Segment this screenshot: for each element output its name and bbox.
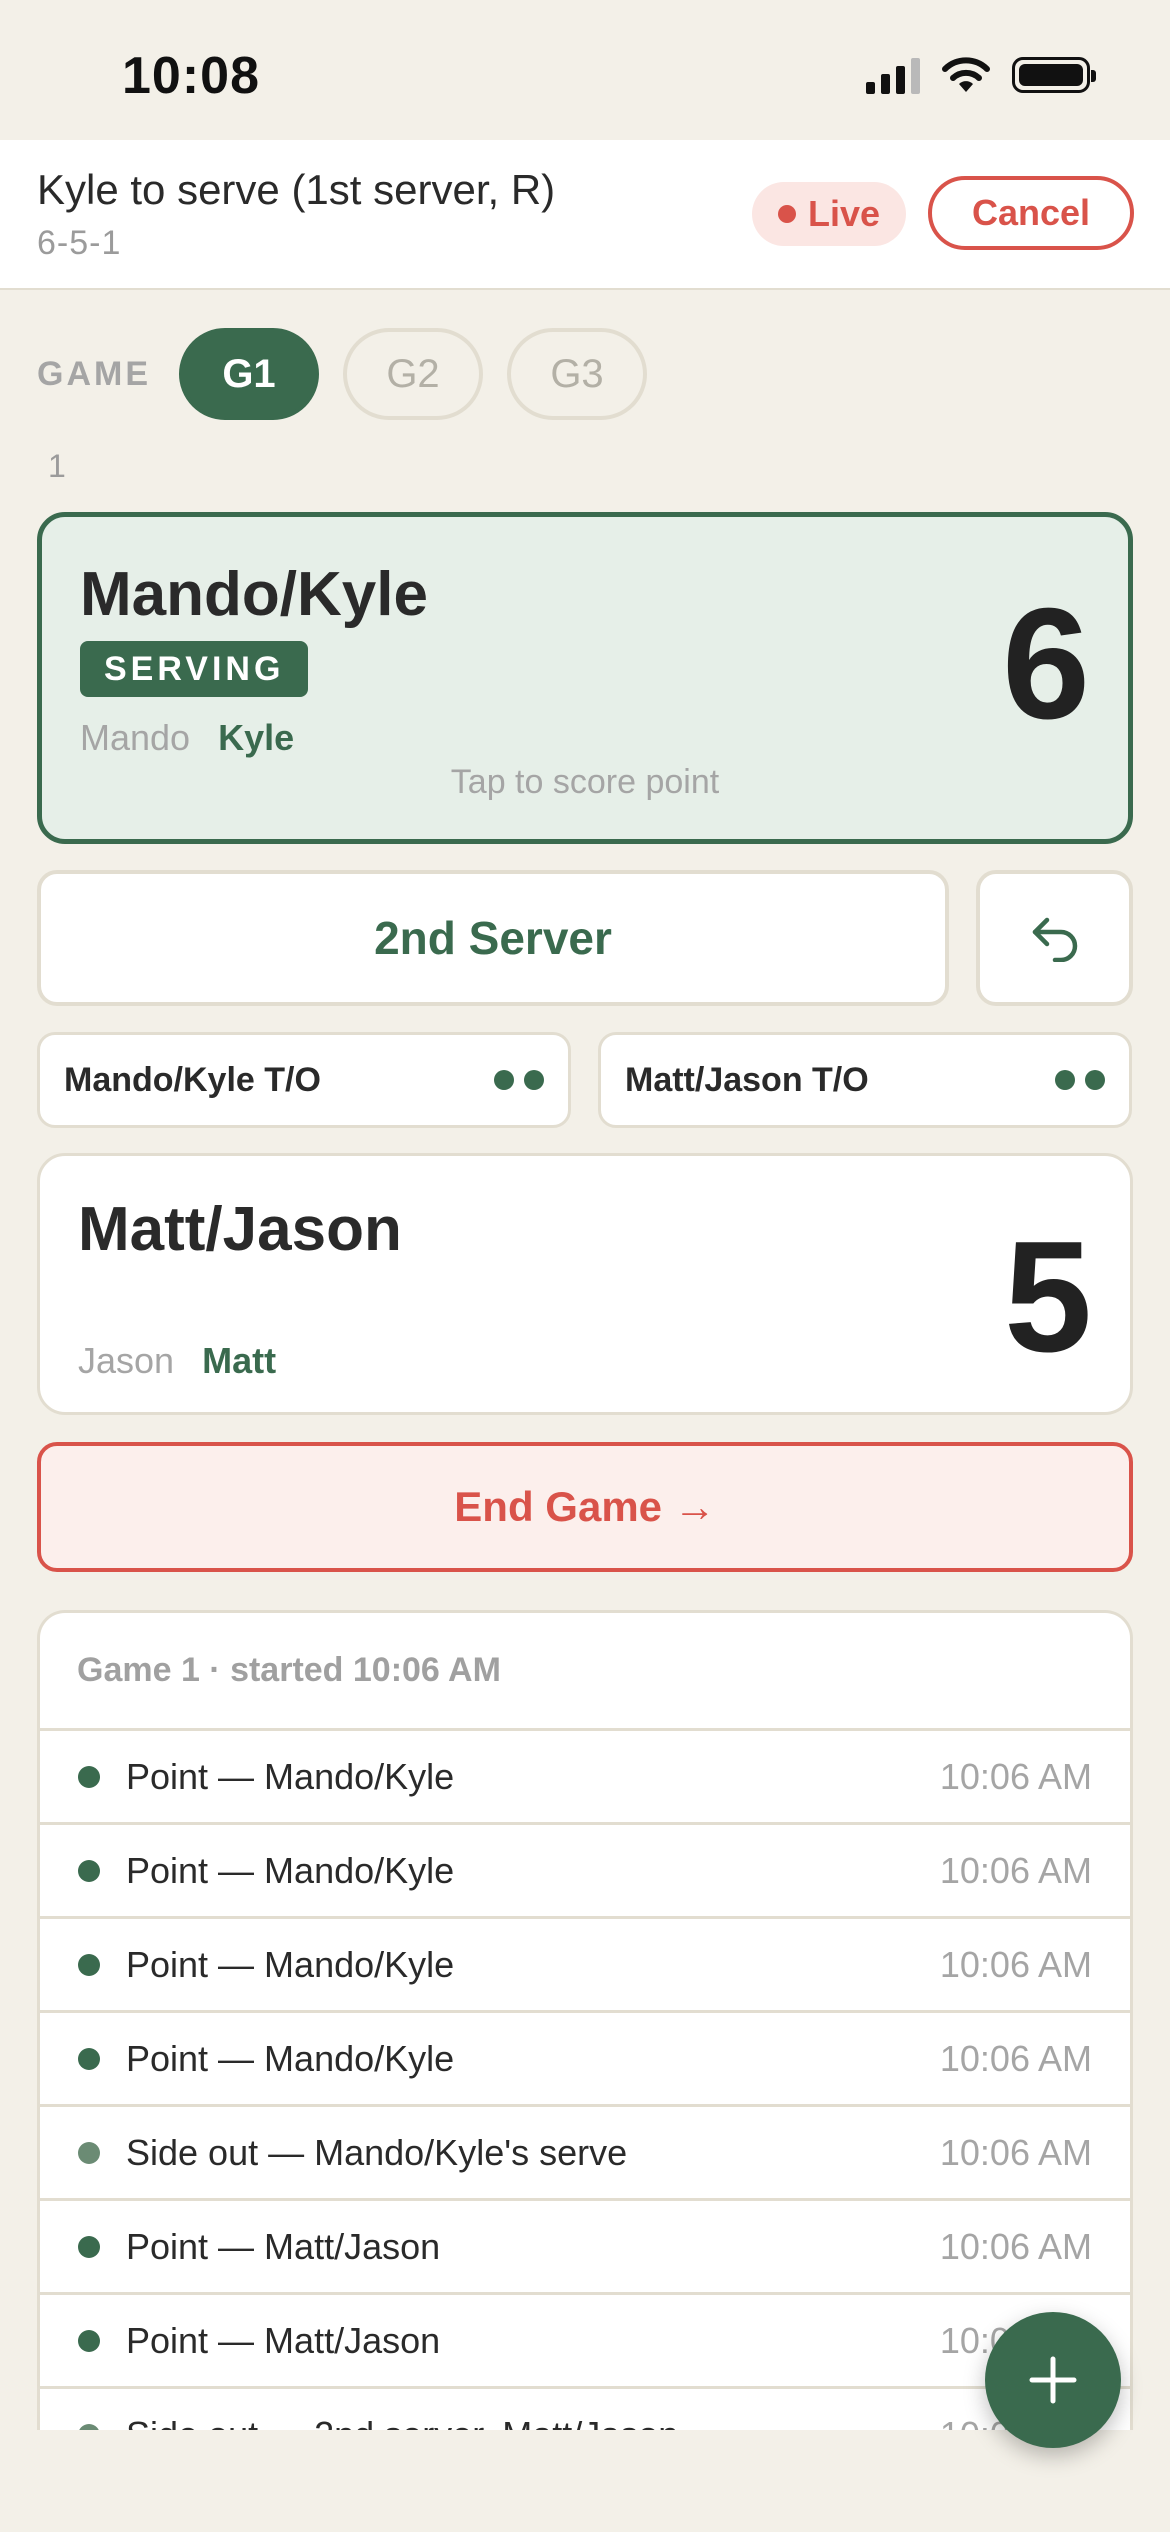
undo-icon <box>1032 917 1077 962</box>
timeout-label: Mando/Kyle T/O <box>64 1060 321 1099</box>
log-text: Point — Mando/Kyle <box>126 1755 455 1797</box>
receiving-team-card[interactable]: Matt/Jason Jason Matt 5 <box>37 1153 1133 1415</box>
serving-team-name: Mando/Kyle <box>80 560 428 629</box>
serving-team-card[interactable]: Mando/Kyle SERVING Mando Kyle 6 Tap to s… <box>37 512 1133 844</box>
game-selector: GAME G1 G2 G3 <box>37 328 647 420</box>
log-time: 10:06 AM <box>939 1849 1092 1891</box>
player-name-highlighted: Matt <box>202 1340 277 1381</box>
point-dot-icon <box>78 2329 100 2352</box>
log-row: Point — Mando/Kyle 10:06 AM <box>40 1731 1130 1825</box>
game-tab-g3[interactable]: G3 <box>507 328 647 420</box>
log-row: Point — Matt/Jason 10:06 AM <box>40 2201 1130 2295</box>
log-text: Point — Mando/Kyle <box>126 1943 455 1985</box>
receiving-team-name: Matt/Jason <box>78 1195 402 1264</box>
log-row: Point — Mando/Kyle 10:06 AM <box>40 1825 1130 1919</box>
battery-icon <box>1012 57 1096 93</box>
receiving-team-players: Jason Matt <box>78 1340 276 1382</box>
player-name: Jason <box>78 1340 175 1381</box>
wifi-icon <box>942 57 990 92</box>
status-icons <box>866 56 1096 94</box>
log-time: 10:06 AM <box>939 1943 1092 1985</box>
log-text: Side out — Mando/Kyle's serve <box>126 2131 628 2173</box>
serving-team-score: 6 <box>1002 576 1090 752</box>
log-text: Point — Mando/Kyle <box>126 2037 455 2079</box>
event-log-header: Game 1 · started 10:06 AM <box>40 1613 1130 1731</box>
serving-team-players: Mando Kyle <box>80 717 294 759</box>
live-dot-icon <box>778 205 796 223</box>
point-dot-icon <box>78 2235 100 2258</box>
serve-status-title: Kyle to serve (1st server, R) <box>37 166 556 213</box>
game-label: GAME <box>37 354 151 393</box>
cancel-button[interactable]: Cancel <box>928 176 1134 250</box>
log-time: 10:06 AM <box>939 2131 1092 2173</box>
plus-icon <box>1029 2356 1077 2404</box>
rally-count: 1 <box>48 448 66 484</box>
undo-button[interactable] <box>976 870 1133 1006</box>
log-text: Side out → 2nd server, Matt/Jason <box>126 2414 940 2431</box>
point-dot-icon <box>78 1859 100 1882</box>
status-bar: 10:08 <box>0 0 1170 140</box>
receiving-team-score: 5 <box>1004 1209 1092 1385</box>
point-dot-icon <box>78 1953 100 1976</box>
bottom-safe-area <box>0 2430 1170 2532</box>
log-row: Point — Mando/Kyle 10:06 AM <box>40 1919 1130 2013</box>
log-row: Point — Mando/Kyle 10:06 AM <box>40 2013 1130 2107</box>
game-tab-g2[interactable]: G2 <box>343 328 483 420</box>
side-out-dot-icon <box>78 2141 100 2164</box>
log-text: Point — Matt/Jason <box>126 2225 441 2267</box>
add-event-button[interactable] <box>985 2312 1121 2448</box>
log-text: Point — Matt/Jason <box>126 2319 441 2361</box>
log-time: 10:06 AM <box>939 2225 1092 2267</box>
timeouts-remaining-indicator <box>494 1070 544 1090</box>
game-tab-g1[interactable]: G1 <box>179 328 319 420</box>
log-row: Point — Matt/Jason 10:06 AM <box>40 2295 1130 2389</box>
status-time: 10:08 <box>122 47 260 105</box>
match-header: Kyle to serve (1st server, R) 6-5-1 Live… <box>0 140 1170 290</box>
player-name: Mando <box>80 717 191 758</box>
score-call: 6-5-1 <box>37 224 122 262</box>
event-log: Game 1 · started 10:06 AM Point — Mando/… <box>37 1610 1133 2430</box>
serving-badge: SERVING <box>80 641 309 697</box>
log-row: Side out — Mando/Kyle's serve 10:06 AM <box>40 2107 1130 2201</box>
tap-to-score-hint: Tap to score point <box>450 763 720 801</box>
log-text: Point — Mando/Kyle <box>126 1849 455 1891</box>
live-badge: Live <box>752 182 907 246</box>
timeout-button-team-1[interactable]: Mando/Kyle T/O <box>37 1032 571 1128</box>
log-row: Side out → 2nd server, Matt/Jason 10:06 … <box>40 2389 1130 2430</box>
end-game-button[interactable]: End Game → <box>37 1442 1133 1572</box>
point-dot-icon <box>78 1765 100 1788</box>
timeouts-remaining-indicator <box>1055 1070 1105 1090</box>
cellular-signal-icon <box>866 56 920 94</box>
timeout-button-team-2[interactable]: Matt/Jason T/O <box>598 1032 1132 1128</box>
current-server-name: Kyle <box>218 717 295 758</box>
point-dot-icon <box>78 2047 100 2070</box>
log-time: 10:06 AM <box>939 2037 1092 2079</box>
second-server-button[interactable]: 2nd Server <box>37 870 949 1006</box>
live-label: Live <box>808 193 881 234</box>
timeout-label: Matt/Jason T/O <box>625 1060 869 1099</box>
log-time: 10:06 AM <box>939 1755 1092 1797</box>
